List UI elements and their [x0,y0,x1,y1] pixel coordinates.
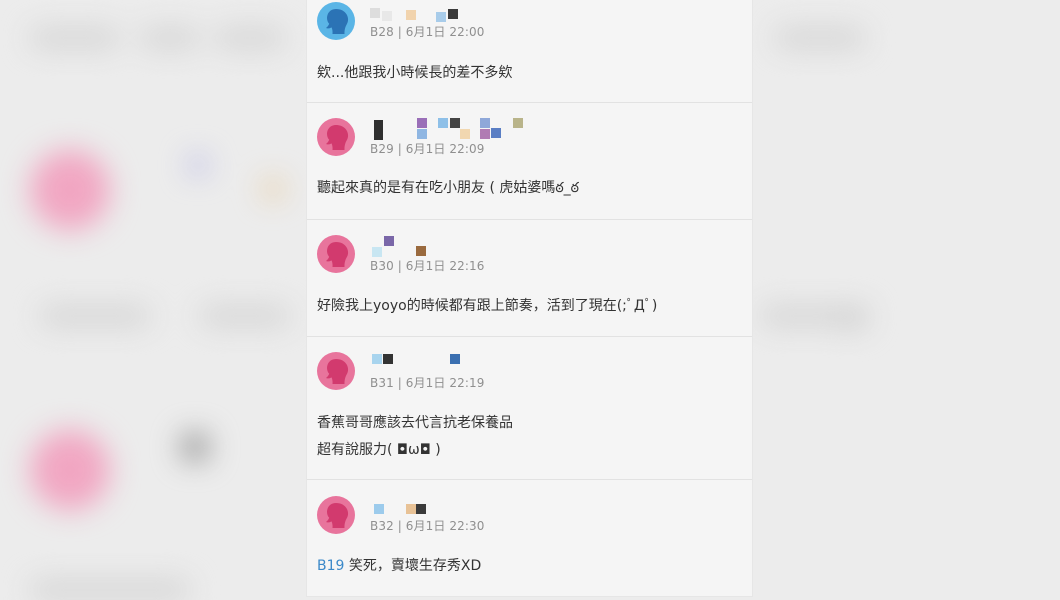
comment-text: B19 笑死，賣壞生存秀XD [317,553,481,580]
comment-b28: B28 | 6月1日 22:00 欸...他跟我小時候長的差不多欸 [307,0,752,103]
bg-decor [30,580,190,600]
floor-number[interactable]: B32 [370,519,394,533]
pixel-block [417,118,427,128]
comment-text: 好險我上yoyo的時候都有跟上節奏，活到了現在(;ﾟДﾟ) [317,293,657,320]
pixel-block [374,504,384,514]
comment-line: B19 笑死，賣壞生存秀XD [317,553,481,580]
bg-decor [30,28,120,48]
user-avatar[interactable] [317,235,355,273]
comment-text: 香蕉哥哥應該去代言抗老保養品 超有說服力( ◘ω◘ ) [317,410,513,464]
user-avatar[interactable] [317,118,355,156]
pixel-block [450,118,460,128]
comment-line: 好險我上yoyo的時候都有跟上節奏，活到了現在(;ﾟДﾟ) [317,298,658,314]
pixel-block [417,129,427,139]
floor-number[interactable]: B31 [370,376,394,390]
pixel-block [382,11,392,21]
meta-separator: | [393,519,406,533]
comment-time: 6月1日 22:19 [405,376,485,390]
floor-number[interactable]: B30 [370,259,394,273]
comment-b30: B30 | 6月1日 22:16 好險我上yoyo的時候都有跟上節奏，活到了現在… [307,220,752,337]
comment-panel: B28 | 6月1日 22:00 欸...他跟我小時候長的差不多欸 B29 | … [307,0,752,596]
meta-separator: | [393,376,406,390]
bg-decor [188,155,208,175]
user-silhouette-icon [326,125,349,150]
comment-line: 欸...他跟我小時候長的差不多欸 [317,65,513,81]
pixel-block [491,128,501,138]
meta-separator: | [393,142,406,156]
meta-separator: | [393,259,406,273]
comment-time: 6月1日 22:30 [405,519,485,533]
comment-meta: B30 | 6月1日 22:16 [370,257,484,274]
bg-decor [200,306,290,326]
pixel-block [416,504,426,514]
comment-time: 6月1日 22:09 [405,142,485,156]
comment-text: 欸...他跟我小時候長的差不多欸 [317,60,512,87]
pixel-block [438,118,448,128]
comment-meta: B29 | 6月1日 22:09 [370,140,484,157]
comment-meta: B32 | 6月1日 22:30 [370,517,484,534]
floor-number[interactable]: B28 [370,25,394,39]
pixel-block [406,504,416,514]
bg-decor [30,150,110,230]
meta-separator: | [393,25,406,39]
comment-line-body: 笑死，賣壞生存秀XD [348,558,482,574]
comment-line: 香蕉哥哥應該去代言抗老保養品 [317,415,513,431]
user-avatar[interactable] [317,496,355,534]
user-avatar[interactable] [317,2,355,40]
bg-decor [180,432,210,462]
comment-time: 6月1日 22:00 [405,25,485,39]
pixel-block [372,354,382,364]
bg-decor [840,305,866,331]
bg-decor [262,178,284,200]
comment-b32: B32 | 6月1日 22:30 B19 笑死，賣壞生存秀XD [307,480,752,596]
bg-decor [140,28,200,48]
pixel-block [450,354,460,364]
bg-decor [40,306,150,326]
pixel-block [370,8,380,18]
floor-number[interactable]: B29 [370,142,394,156]
pixel-block [406,10,416,20]
bg-decor [30,430,110,510]
comment-meta: B31 | 6月1日 22:19 [370,374,484,391]
comment-b29: B29 | 6月1日 22:09 聽起來真的是有在吃小朋友 ( 虎姑婆嗎ఠ_ఠ [307,103,752,220]
comment-text: 聽起來真的是有在吃小朋友 ( 虎姑婆嗎ఠ_ఠ [317,175,579,202]
pixel-block [384,236,394,246]
pixel-block [460,129,470,139]
pixel-block [436,12,446,22]
pixel-block [372,247,382,257]
user-silhouette-icon [326,503,349,528]
pixel-block [374,120,383,140]
pixel-block [513,118,523,128]
user-silhouette-icon [326,359,349,384]
user-silhouette-icon [326,242,349,267]
pixel-block [448,9,458,19]
user-silhouette-icon [326,9,349,34]
comment-time: 6月1日 22:16 [405,259,485,273]
pixel-block [416,246,426,256]
comment-b31: B31 | 6月1日 22:19 香蕉哥哥應該去代言抗老保養品 超有說服力( ◘… [307,337,752,480]
bg-decor [775,28,865,48]
pixel-block [480,118,490,128]
floor-reply-link[interactable]: B19 [317,558,344,574]
comment-line: 聽起來真的是有在吃小朋友 ( 虎姑婆嗎ఠ_ఠ [317,180,579,196]
pixel-block [383,354,393,364]
comment-meta: B28 | 6月1日 22:00 [370,23,484,40]
comment-line: 超有說服力( ◘ω◘ ) [317,442,441,458]
pixel-block [480,129,490,139]
user-avatar[interactable] [317,352,355,390]
bg-decor [215,28,285,48]
